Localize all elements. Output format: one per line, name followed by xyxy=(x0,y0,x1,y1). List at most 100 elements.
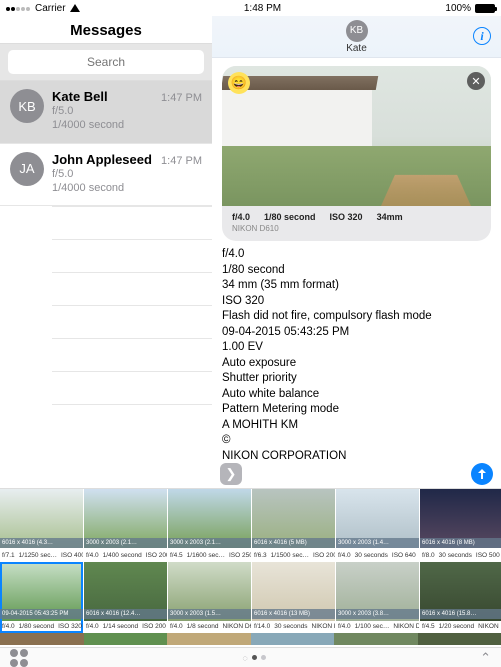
search-input[interactable] xyxy=(8,50,204,74)
thumb-dimensions: 6016 x 4016 (8 MB) xyxy=(420,538,501,548)
exif-line: NIKON CORPORATION xyxy=(222,449,491,464)
page-title: Messages xyxy=(0,22,212,39)
thumb-meta: ISO 250 xyxy=(229,552,251,559)
thumb-meta: NIKON D610 xyxy=(222,623,251,630)
gallery-thumbnail[interactable]: 6016 x 4016 (8 MB) f/8.0 30 seconds ISO 500 xyxy=(420,489,501,562)
exif-line: © xyxy=(222,433,491,449)
thumb-dimensions: 3000 x 2003 (2.1… xyxy=(168,538,251,548)
apps-button[interactable] xyxy=(10,649,28,667)
conversation-time: 1:47 PM xyxy=(161,155,202,167)
thumb-meta: 30 seconds xyxy=(355,552,388,559)
thumb-meta: NIKON D610 xyxy=(312,623,335,630)
gallery-thumbnail[interactable]: 3000 x 2003 (3.8…f/4.01/100 sec…NIKON D6… xyxy=(336,562,419,633)
thumb-meta: f/4.0 xyxy=(170,623,183,630)
conversation-preview: f/5.0 xyxy=(52,167,202,181)
thumb-meta: ISO 320 xyxy=(58,623,82,630)
thumb-meta: f/14.0 xyxy=(254,623,270,630)
avatar: KB xyxy=(10,89,44,123)
page-indicator: ◌ xyxy=(242,653,265,663)
thumb-meta: 1/80 second xyxy=(19,623,54,630)
gallery-thumbnail[interactable]: 6016 x 4016 (13 MB) f/14.0 30 seconds NIKON… xyxy=(252,562,335,633)
thumb-meta: f/4.0 xyxy=(86,552,99,559)
thumb-meta: 1/14 second xyxy=(103,623,138,630)
thumb-dimensions: 09-04-2015 05:43:25 PM xyxy=(0,609,83,619)
gallery-thumbnail[interactable]: 6016 x 4016 (12.4…f/4.01/14 secondISO 20… xyxy=(84,562,167,633)
keyboard-button[interactable]: ❯ xyxy=(220,463,242,485)
status-bar: Carrier 1:48 PM 100% xyxy=(0,0,501,16)
chat-avatar[interactable]: KB xyxy=(346,20,368,42)
thumb-meta: ISO 400 xyxy=(61,552,83,559)
carrier-label: Carrier xyxy=(35,3,66,14)
thumb-meta: f/7.1 xyxy=(2,552,15,559)
gallery-thumbnail[interactable]: 3000 x 2003 (2.1…f/4.01/400 secondISO 20… xyxy=(84,489,167,562)
thumb-meta: f/4.0 xyxy=(338,623,351,630)
thumb-meta: ISO 200 xyxy=(142,623,166,630)
conversation-name: Kate Bell xyxy=(52,89,108,104)
gallery-thumbnail[interactable]: 3000 x 2003 (2.1…f/4.51/1600 sec…ISO 250 xyxy=(168,489,251,562)
thumb-dimensions: 3000 x 2003 (1.4… xyxy=(336,538,419,548)
chat-header-name: Kate xyxy=(346,43,367,54)
conversation-name: John Appleseed xyxy=(52,152,152,167)
thumb-dimensions: 6016 x 4016 (5 MB) xyxy=(252,538,335,548)
wifi-icon xyxy=(70,4,80,12)
thumb-meta: f/4.0 xyxy=(338,552,351,559)
thumb-meta: NIKON D610 xyxy=(478,623,501,630)
conversation-preview: 1/4000 second xyxy=(52,118,202,132)
exif-details: f/4.01/80 second34 mm (35 mm format)ISO … xyxy=(222,247,491,464)
attachment-image: 😄 ✕ xyxy=(222,66,491,206)
thumb-meta: 1/20 second xyxy=(439,623,474,630)
meta-camera: NIKON D610 xyxy=(232,224,481,233)
info-button[interactable]: i xyxy=(473,27,491,45)
photo-gallery: 6016 x 4016 (4.3… f/7.1 1/1250 sec… ISO 400… xyxy=(0,488,501,647)
meta-shutter: 1/80 second xyxy=(264,212,316,222)
thumb-meta: 1/400 second xyxy=(103,552,142,559)
gallery-thumbnail[interactable]: 6016 x 4016 (5 MB)f/6.31/1500 sec…ISO 20… xyxy=(252,489,335,562)
gallery-thumbnail[interactable]: 6016 x 4016 (4.3… f/7.1 1/1250 sec… ISO 400 xyxy=(0,489,83,562)
photo-attachment[interactable]: 😄 ✕ f/4.0 1/80 second ISO 320 34mm NIKON… xyxy=(222,66,491,241)
exif-line: Pattern Metering mode xyxy=(222,402,491,418)
thumb-meta: 30 seconds xyxy=(439,552,472,559)
thumb-meta: ISO 640 xyxy=(392,552,416,559)
thumb-meta: f/4.5 xyxy=(170,552,183,559)
thumb-meta: 1/100 sec… xyxy=(355,623,390,630)
exif-line: 1.00 EV xyxy=(222,340,491,356)
exif-line: f/4.0 xyxy=(222,247,491,263)
battery-icon xyxy=(475,4,495,13)
thumb-dimensions: 3000 x 2003 (2.1… xyxy=(84,538,167,548)
arrow-up-icon xyxy=(476,468,488,480)
gallery-thumbnail[interactable]: 09-04-2015 05:43:25 PMf/4.01/80 secondIS… xyxy=(0,562,83,633)
send-button[interactable] xyxy=(471,463,493,485)
thumb-meta: ISO 500 xyxy=(476,552,500,559)
exif-line: Auto exposure xyxy=(222,356,491,372)
thumb-dimensions: 6016 x 4016 (15.8… xyxy=(420,609,501,619)
thumb-meta: f/8.0 xyxy=(422,552,435,559)
expand-button[interactable]: ⌃ xyxy=(480,650,491,666)
emoji-sticker: 😄 xyxy=(228,72,250,94)
thumb-meta: NIKON D610 xyxy=(393,623,419,630)
thumb-dimensions: 6016 x 4016 (4.3… xyxy=(0,538,83,548)
conversation-preview: 1/4000 second xyxy=(52,181,202,195)
conversation-john-appleseed[interactable]: JA John Appleseed 1:47 PM f/5.0 1/4000 s… xyxy=(0,144,212,207)
conversation-preview: f/5.0 xyxy=(52,104,202,118)
gallery-thumbnail[interactable]: 6016 x 4016 (15.8… f/4.5 1/20 second NIKON … xyxy=(420,562,501,633)
conversation-kate-bell[interactable]: KB Kate Bell 1:47 PM f/5.0 1/4000 second xyxy=(0,81,212,144)
gallery-thumbnail[interactable]: 3000 x 2003 (1.4… f/4.0 30 seconds ISO 640 xyxy=(336,489,419,562)
gallery-thumbnail[interactable]: 3000 x 2003 (1.5…f/4.01/8 secondNIKON D6… xyxy=(168,562,251,633)
exif-line: A MOHITH KM xyxy=(222,418,491,434)
thumb-meta: 1/8 second xyxy=(187,623,219,630)
meta-focal: 34mm xyxy=(377,212,403,222)
thumb-meta: f/4.5 xyxy=(422,623,435,630)
app-drawer-bar: ◌ ⌃ xyxy=(0,647,501,667)
exif-line: 09-04-2015 05:43:25 PM xyxy=(222,325,491,341)
thumb-dimensions: 6016 x 4016 (13 MB) xyxy=(252,609,335,619)
thumb-meta: ISO 200 xyxy=(313,552,335,559)
thumb-meta: 1/1250 sec… xyxy=(19,552,57,559)
exif-line: 1/80 second xyxy=(222,263,491,279)
signal-icon xyxy=(6,3,31,14)
exif-line: Flash did not fire, compulsory flash mod… xyxy=(222,309,491,325)
thumb-meta: 30 seconds xyxy=(274,623,307,630)
conversation-time: 1:47 PM xyxy=(161,92,202,104)
exif-line: 34 mm (35 mm format) xyxy=(222,278,491,294)
thumb-dimensions: 6016 x 4016 (12.4… xyxy=(84,609,167,619)
remove-attachment-button[interactable]: ✕ xyxy=(467,72,485,90)
